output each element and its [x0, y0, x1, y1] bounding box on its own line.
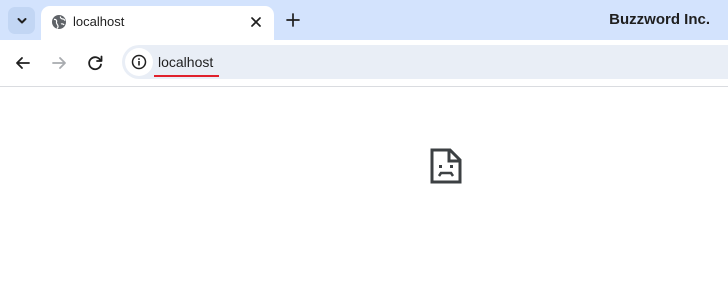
page-content: [0, 87, 728, 300]
tab-localhost[interactable]: localhost: [41, 6, 274, 40]
close-icon[interactable]: [247, 13, 265, 31]
chevron-down-icon: [17, 17, 26, 23]
tab-search-button[interactable]: [8, 7, 35, 34]
globe-icon: [52, 15, 66, 29]
url-underline: [154, 75, 219, 77]
plus-icon[interactable]: [283, 10, 303, 30]
info-icon: [131, 54, 147, 70]
site-info-button[interactable]: [125, 48, 153, 76]
brand-label: Buzzword Inc.: [609, 11, 710, 28]
sad-document-icon: [430, 148, 462, 184]
tab-strip: localhost Buzzword Inc.: [0, 0, 728, 40]
reload-icon[interactable]: [84, 52, 106, 74]
tab-title: localhost: [73, 14, 125, 29]
url-text[interactable]: localhost: [158, 54, 213, 70]
address-bar[interactable]: localhost: [122, 45, 728, 79]
arrow-right-icon[interactable]: [48, 52, 70, 74]
navigation-toolbar: localhost: [0, 40, 728, 87]
arrow-left-icon[interactable]: [12, 52, 34, 74]
